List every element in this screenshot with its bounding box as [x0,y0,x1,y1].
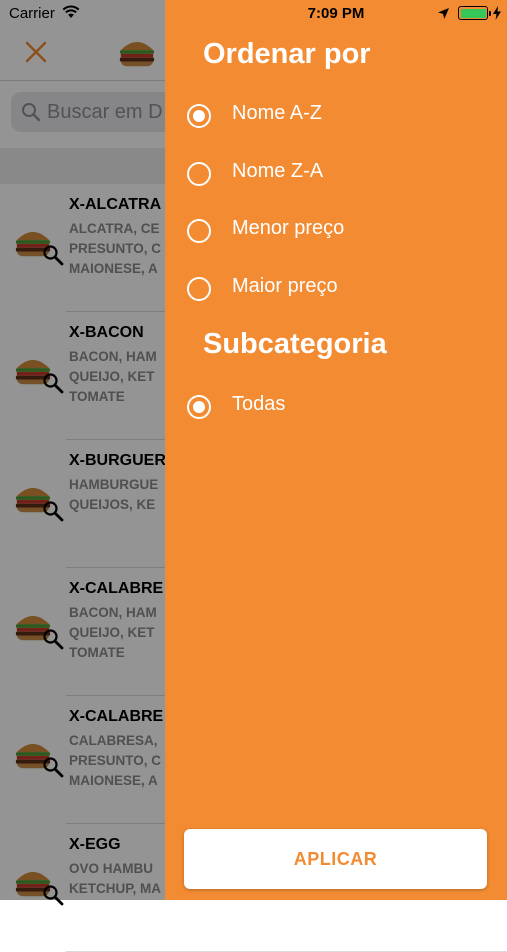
subcategory-section-title: Subcategoria [203,328,387,360]
sort-option[interactable]: Nome Z-A [187,152,487,196]
radio-button-icon[interactable] [187,161,211,186]
sort-option-label: Menor preço [232,217,345,239]
radio-button-icon[interactable] [187,395,211,419]
subcategory-option-label: Todas [232,393,286,415]
location-arrow-icon [437,7,450,25]
subcategory-option[interactable]: Todas [187,385,487,429]
sort-option-label: Maior preço [232,274,338,297]
radio-button-icon[interactable] [187,104,211,128]
radio-button-icon[interactable] [187,276,211,301]
sort-option[interactable]: Maior preço [187,267,487,311]
sort-option-label: Nome A-Z [232,102,323,124]
sort-option[interactable]: Menor preço [187,209,487,253]
sort-option-label: Nome Z-A [232,159,324,182]
charging-bolt-icon [493,6,501,25]
status-time: 7:09 PM [307,5,365,22]
sort-option[interactable]: Nome A-Z [187,94,487,138]
battery-icon [458,6,491,20]
sort-section-title: Ordenar por [203,38,371,70]
radio-button-icon[interactable] [187,219,211,243]
apply-button[interactable]: APLICAR [184,829,487,889]
filter-drawer: 7:09 PM Ordenar por Nome A-Z Nome Z-A Meno… [165,0,507,900]
